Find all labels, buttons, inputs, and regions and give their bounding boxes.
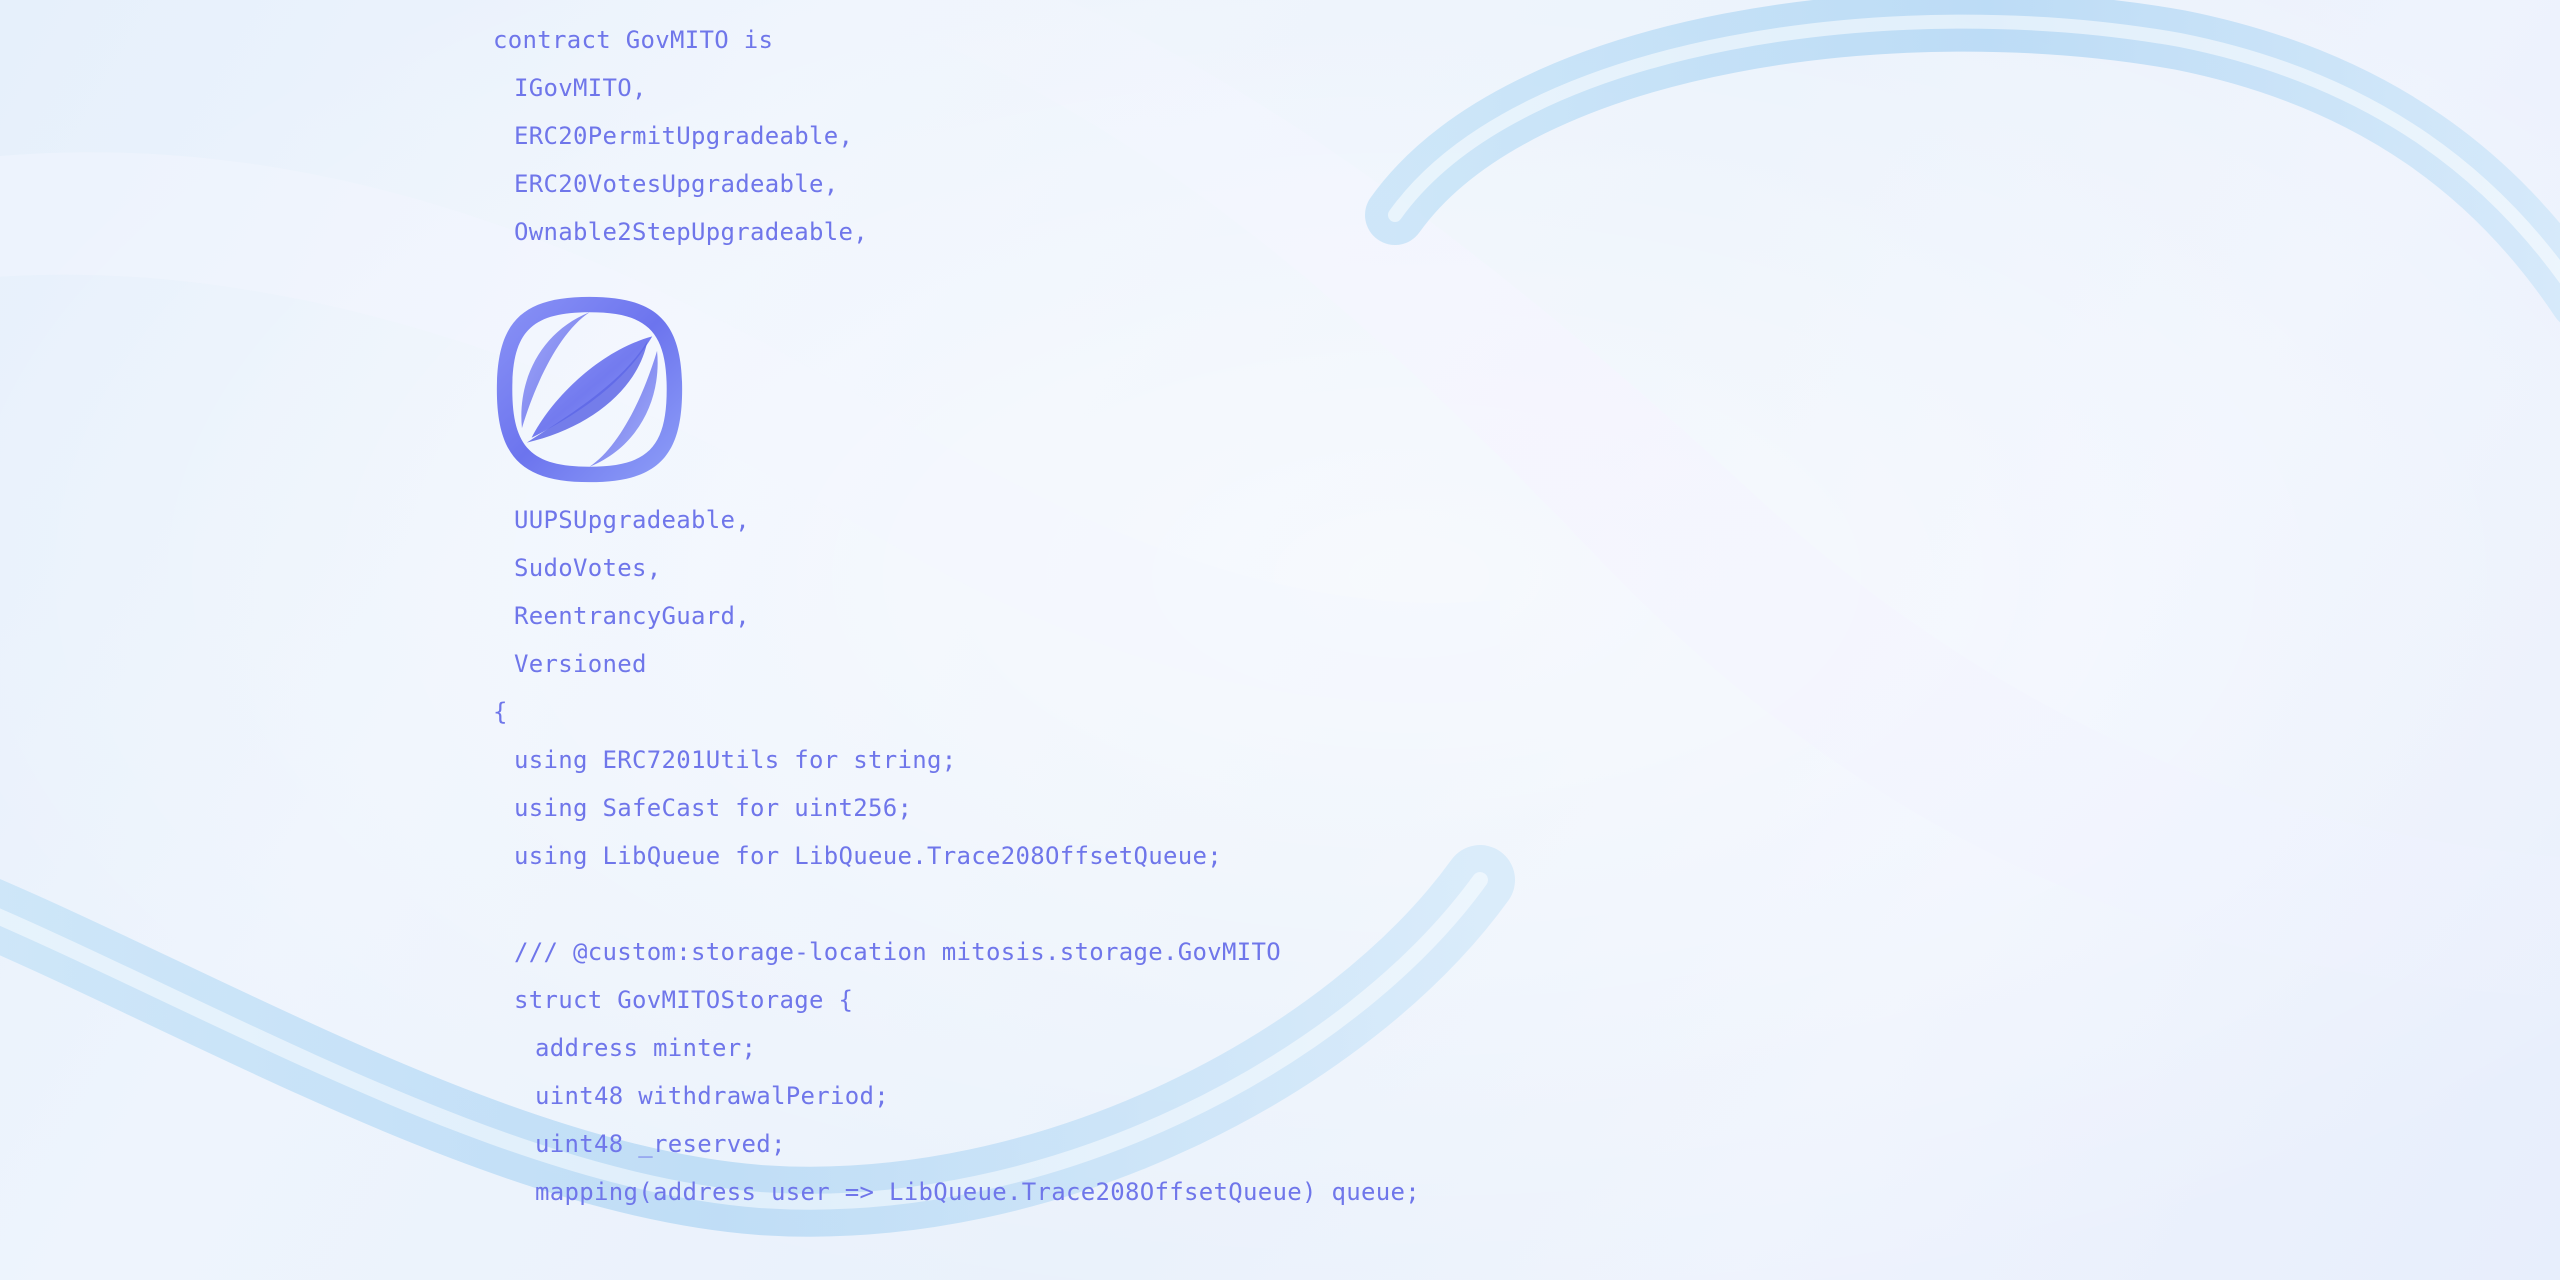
code-line: SudoVotes,	[514, 554, 662, 582]
code-line: {	[493, 698, 508, 726]
code-line: Ownable2StepUpgradeable,	[514, 218, 868, 246]
mitosis-logo-icon	[496, 296, 683, 483]
code-line: contract GovMITO is	[493, 26, 774, 54]
code-line: UUPSUpgradeable,	[514, 506, 750, 534]
code-line: using SafeCast for uint256;	[514, 794, 913, 822]
code-line: ERC20PermitUpgradeable,	[514, 122, 854, 150]
code-line: /// @custom:storage-location mitosis.sto…	[514, 938, 1281, 966]
logo-area	[493, 260, 1993, 500]
code-line: uint48 _reserved;	[535, 1130, 786, 1158]
code-line: struct GovMITOStorage {	[514, 986, 854, 1014]
code-line: using LibQueue for LibQueue.Trace208Offs…	[514, 842, 1222, 870]
code-line: uint48 withdrawalPeriod;	[535, 1082, 889, 1110]
code-line: address minter;	[535, 1034, 757, 1062]
code-line: Versioned	[514, 650, 647, 678]
code-line: mapping(address user => LibQueue.Trace20…	[535, 1178, 1420, 1206]
code-line: using ERC7201Utils for string;	[514, 746, 957, 774]
code-line: ERC20VotesUpgradeable,	[514, 170, 839, 198]
code-line: ReentrancyGuard,	[514, 602, 750, 630]
code-line: IGovMITO,	[514, 74, 647, 102]
code-listing: contract GovMITO is IGovMITO, ERC20Permi…	[493, 20, 1993, 1220]
